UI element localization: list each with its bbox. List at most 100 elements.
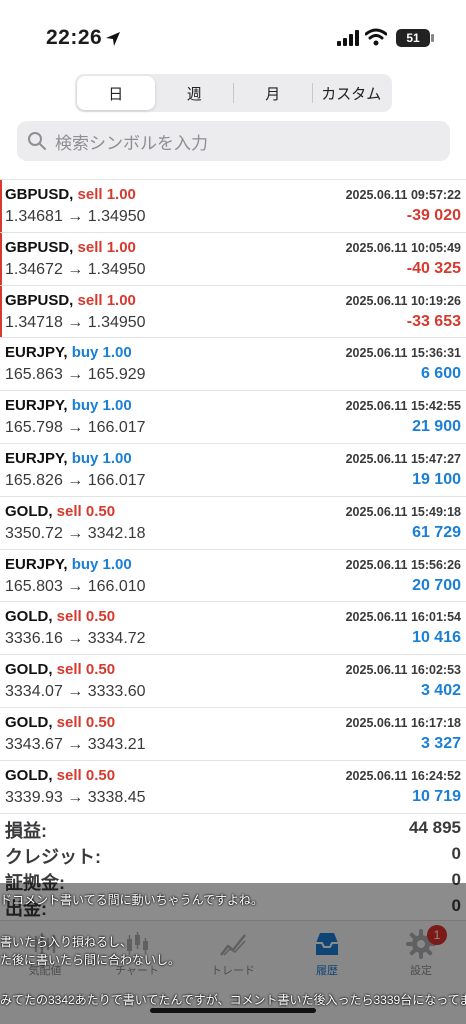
- trade-side: sell 0.50: [56, 661, 116, 679]
- trade-row[interactable]: EURJPY, buy 1.00 2025.06.11 15:47:27 165.8…: [0, 444, 466, 497]
- overlay-comment: 書いたら入り損ねるし、: [0, 935, 133, 949]
- trade-symbol: GOLD, sell 0.50: [5, 661, 115, 678]
- trade-prices: 165.798 → 166.017: [5, 419, 146, 437]
- trade-row[interactable]: GBPUSD, sell 1.00 2025.06.11 10:19:26 1.34…: [0, 285, 466, 339]
- trade-row[interactable]: EURJPY, buy 1.00 2025.06.11 15:42:55 165.7…: [0, 391, 466, 444]
- trade-symbol: GBPUSD, sell 1.00: [5, 186, 136, 203]
- trade-symbol: EURJPY, buy 1.00: [5, 556, 132, 573]
- period-segmented-control: 日 週 月 カスタム: [75, 74, 392, 112]
- trade-time: 2025.06.11 16:17:18: [345, 715, 461, 730]
- trade-profit: -33 653: [406, 312, 461, 330]
- location-arrow-icon: [106, 32, 120, 46]
- trade-side: sell 0.50: [56, 766, 116, 784]
- symbol-name: GOLD,: [5, 661, 53, 679]
- trade-row[interactable]: GOLD, sell 0.50 2025.06.11 16:01:54 3336.1…: [0, 602, 466, 656]
- summary-label: 損益:: [5, 821, 47, 841]
- trade-row[interactable]: GOLD, sell 0.50 2025.06.11 16:17:18 3343.6…: [0, 708, 466, 761]
- trade-profit: 6 600: [420, 365, 461, 383]
- symbol-name: EURJPY,: [5, 449, 68, 467]
- trade-row[interactable]: EURJPY, buy 1.00 2025.06.11 15:36:31 165.8…: [0, 338, 466, 392]
- trade-symbol: GOLD, sell 0.50: [5, 503, 115, 520]
- trade-row[interactable]: GOLD, sell 0.50 2025.06.11 15:49:18 3350.7…: [0, 497, 466, 550]
- trade-time: 2025.06.11 15:42:55: [345, 399, 461, 414]
- trade-prices: 3339.93 → 3338.45: [5, 788, 146, 806]
- symbol-name: EURJPY,: [5, 555, 68, 573]
- segment-custom[interactable]: カスタム: [313, 76, 391, 110]
- summary-row: クレジット: 0: [0, 841, 466, 867]
- trade-time: 2025.06.11 10:19:26: [345, 293, 461, 308]
- overlay-comment: ドコメント書いてる間に動いちゃうんですよね。: [0, 893, 264, 907]
- trade-row[interactable]: GBPUSD, sell 1.00 2025.06.11 09:57:22 1.34…: [0, 180, 466, 233]
- trade-profit: 10 416: [412, 629, 461, 647]
- segment-month[interactable]: 月: [234, 76, 312, 110]
- comment-overlay: ドコメント書いてる間に動いちゃうんですよね。 書いたら入り損ねるし、 た後に書い…: [0, 883, 466, 1024]
- trade-profit: 20 700: [412, 576, 461, 594]
- summary-value: 0: [451, 844, 461, 863]
- trade-prices: 165.803 → 166.010: [5, 577, 146, 595]
- trade-time: 2025.06.11 16:01:54: [345, 610, 461, 625]
- symbol-name: EURJPY,: [5, 397, 68, 415]
- trade-prices: 1.34718 → 1.34950: [5, 313, 146, 331]
- status-bar: 22:26 51: [0, 0, 466, 64]
- symbol-name: GBPUSD,: [5, 238, 74, 256]
- trade-profit: 19 100: [412, 470, 461, 488]
- trade-symbol: GOLD, sell 0.50: [5, 608, 115, 625]
- clock-time: 22:26: [46, 26, 103, 49]
- symbol-name: GOLD,: [5, 766, 53, 784]
- home-indicator: [150, 1008, 316, 1013]
- trade-symbol: GOLD, sell 0.50: [5, 714, 115, 731]
- trade-side: buy 1.00: [71, 397, 132, 415]
- summary-label: クレジット:: [5, 847, 101, 867]
- trade-side: sell 1.00: [77, 186, 136, 203]
- trade-prices: 3334.07 → 3333.60: [5, 683, 146, 701]
- trade-profit: -39 020: [406, 207, 461, 224]
- symbol-search-field[interactable]: 検索シンボルを入力: [17, 121, 450, 161]
- trade-side: sell 1.00: [77, 291, 136, 309]
- trade-row[interactable]: GOLD, sell 0.50 2025.06.11 16:24:52 3339.9…: [0, 761, 466, 814]
- trade-prices: 3350.72 → 3342.18: [5, 524, 146, 542]
- trade-prices: 1.34681 → 1.34950: [5, 208, 146, 225]
- trade-profit: 21 900: [412, 418, 461, 436]
- search-icon: [28, 132, 46, 150]
- trade-side: buy 1.00: [71, 555, 132, 573]
- trade-side: buy 1.00: [71, 344, 132, 362]
- trade-side: sell 0.50: [56, 608, 116, 626]
- segment-week[interactable]: 週: [156, 76, 234, 110]
- trade-profit: -40 325: [406, 259, 461, 277]
- symbol-name: GBPUSD,: [5, 291, 74, 309]
- trade-row[interactable]: GBPUSD, sell 1.00 2025.06.11 10:05:49 1.34…: [0, 232, 466, 286]
- trade-side: buy 1.00: [71, 449, 132, 467]
- symbol-name: GOLD,: [5, 713, 53, 731]
- cellular-signal-icon: [337, 30, 359, 46]
- trade-time: 2025.06.11 10:05:49: [345, 240, 461, 255]
- battery-indicator: 51: [396, 29, 430, 47]
- trade-side: sell 0.50: [56, 502, 116, 520]
- overlay-comment: た後に書いたら間に合わないし。: [0, 953, 181, 967]
- trade-prices: 1.34672 → 1.34950: [5, 260, 146, 278]
- symbol-name: GOLD,: [5, 502, 53, 520]
- trade-prices: 165.863 → 165.929: [5, 366, 146, 384]
- trade-profit: 61 729: [412, 523, 461, 541]
- trade-symbol: GBPUSD, sell 1.00: [5, 292, 136, 309]
- search-placeholder: 検索シンボルを入力: [55, 133, 208, 153]
- trade-time: 2025.06.11 15:47:27: [345, 451, 461, 466]
- battery-tip: [431, 34, 434, 42]
- trade-time: 2025.06.11 16:24:52: [345, 768, 461, 783]
- trade-time: 2025.06.11 15:49:18: [345, 504, 461, 519]
- overlay-comment: みてたの3342あたりで書いてたんですが、コメント書いた後入ったら3339台にな…: [0, 993, 466, 1007]
- symbol-name: GOLD,: [5, 608, 53, 626]
- trade-profit: 3 327: [420, 734, 461, 752]
- segment-day[interactable]: 日: [77, 76, 155, 110]
- trade-time: 2025.06.11 09:57:22: [345, 188, 461, 202]
- trade-profit: 10 719: [412, 787, 461, 805]
- trade-side: sell 1.00: [77, 238, 136, 256]
- trade-row[interactable]: GOLD, sell 0.50 2025.06.11 16:02:53 3334.0…: [0, 655, 466, 708]
- trade-side: sell 0.50: [56, 713, 116, 731]
- trade-symbol: GOLD, sell 0.50: [5, 767, 115, 784]
- trade-prices: 3336.16 → 3334.72: [5, 630, 146, 648]
- trade-row[interactable]: EURJPY, buy 1.00 2025.06.11 15:56:26 165.8…: [0, 550, 466, 603]
- trade-symbol: GBPUSD, sell 1.00: [5, 239, 136, 256]
- trade-symbol: EURJPY, buy 1.00: [5, 397, 132, 414]
- summary-value: 44 895: [409, 818, 461, 837]
- wifi-icon: [365, 28, 387, 46]
